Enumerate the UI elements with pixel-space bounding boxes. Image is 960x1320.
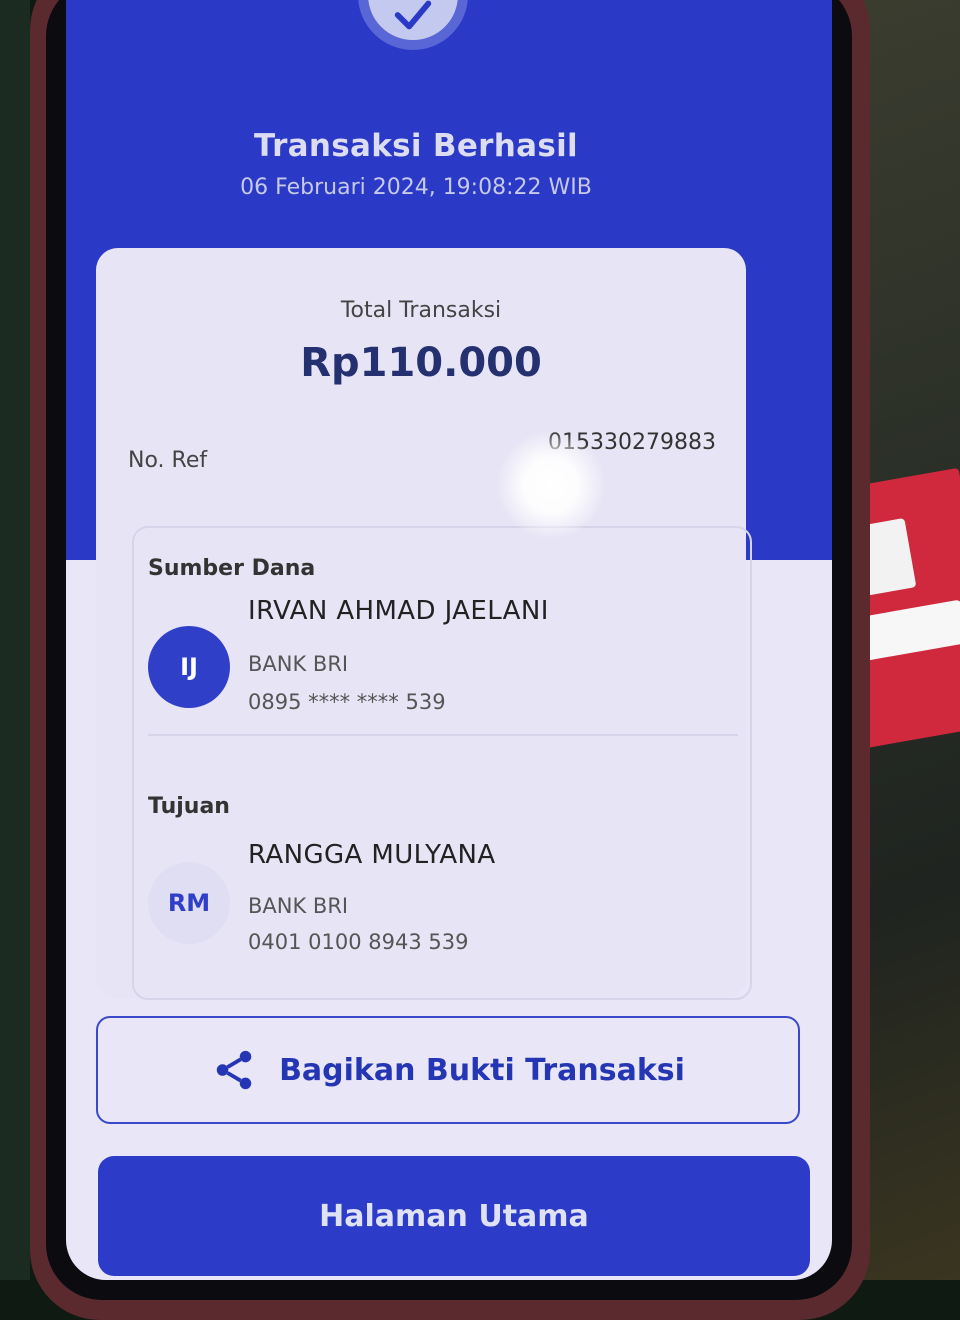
home-button[interactable]: Halaman Utama bbox=[98, 1156, 810, 1276]
section-divider bbox=[148, 734, 738, 736]
source-bank: BANK BRI bbox=[248, 652, 349, 676]
share-button-label: Bagikan Bukti Transaksi bbox=[279, 1052, 685, 1088]
transfer-details: Sumber Dana IJ IRVAN AHMAD JAELANI BANK … bbox=[132, 526, 752, 1000]
receipt-card: Total Transaksi Rp110.000 No. Ref 015330… bbox=[96, 248, 752, 1000]
reference-label: No. Ref bbox=[128, 448, 208, 473]
destination-avatar: RM bbox=[148, 862, 230, 944]
destination-name: RANGGA MULYANA bbox=[248, 840, 496, 870]
background-left bbox=[0, 0, 30, 1280]
source-name: IRVAN AHMAD JAELANI bbox=[248, 596, 549, 626]
status-title: Transaksi Berhasil bbox=[254, 128, 578, 164]
total-label: Total Transaksi bbox=[340, 298, 502, 323]
transaction-datetime: 06 Februari 2024, 19:08:22 WIB bbox=[240, 175, 592, 200]
destination-section-label: Tujuan bbox=[148, 794, 230, 819]
share-receipt-button[interactable]: Bagikan Bukti Transaksi bbox=[96, 1016, 800, 1124]
destination-account: 0401 0100 8943 539 bbox=[248, 930, 469, 954]
destination-bank: BANK BRI bbox=[248, 894, 349, 918]
source-avatar: IJ bbox=[148, 626, 230, 708]
total-amount: Rp110.000 bbox=[300, 340, 542, 386]
share-icon bbox=[211, 1047, 257, 1093]
home-button-label: Halaman Utama bbox=[319, 1198, 589, 1234]
app-screen: Transaksi Berhasil 06 Februari 2024, 19:… bbox=[66, 0, 832, 1280]
check-icon bbox=[394, 0, 432, 30]
source-account: 0895 **** **** 539 bbox=[248, 690, 446, 714]
light-glare bbox=[496, 430, 606, 540]
source-section-label: Sumber Dana bbox=[148, 556, 316, 581]
